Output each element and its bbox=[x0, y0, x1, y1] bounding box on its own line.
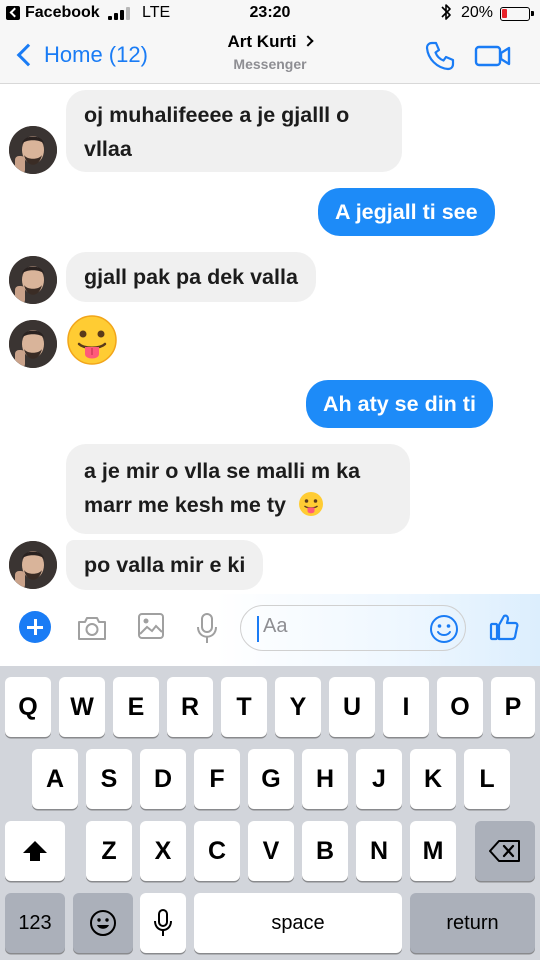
contact-avatar[interactable] bbox=[9, 126, 57, 174]
battery-icon bbox=[500, 7, 534, 21]
key-v[interactable]: V bbox=[248, 821, 294, 881]
dictation-key[interactable] bbox=[140, 893, 186, 953]
incoming-message[interactable]: oj muhalifeeee a je gjalll o vllaa bbox=[66, 90, 402, 172]
chevron-right-icon bbox=[302, 35, 315, 47]
face-with-tongue-icon[interactable] bbox=[66, 314, 118, 366]
key-q[interactable]: Q bbox=[5, 677, 51, 737]
key-c[interactable]: C bbox=[194, 821, 240, 881]
chevron-left-icon bbox=[16, 43, 40, 67]
keyboard: Q W E R T Y U I O P A S D F G H J K L Z … bbox=[0, 666, 540, 960]
camera-icon[interactable] bbox=[76, 614, 108, 647]
message-input[interactable]: Aa bbox=[240, 605, 466, 651]
numbers-key[interactable]: 123 bbox=[5, 893, 65, 953]
incoming-message[interactable]: gjall pak pa dek valla bbox=[66, 252, 316, 302]
key-j[interactable]: J bbox=[356, 749, 402, 809]
backspace-icon bbox=[489, 840, 520, 862]
message-line: a je mir o vlla se malli m ka bbox=[84, 459, 361, 483]
shift-key[interactable] bbox=[5, 821, 65, 881]
key-a[interactable]: A bbox=[32, 749, 78, 809]
home-back-button[interactable]: Home (12) bbox=[14, 38, 148, 72]
key-r[interactable]: R bbox=[167, 677, 213, 737]
text-cursor bbox=[257, 616, 259, 642]
message-line: vllaa bbox=[84, 137, 132, 161]
bluetooth-icon bbox=[440, 2, 452, 27]
key-b[interactable]: B bbox=[302, 821, 348, 881]
video-call-icon[interactable] bbox=[474, 41, 512, 71]
microphone-icon[interactable] bbox=[195, 612, 219, 651]
key-x[interactable]: X bbox=[140, 821, 186, 881]
status-bar: Facebook LTE 23:20 20% bbox=[0, 0, 540, 28]
message-composer: Aa bbox=[0, 594, 540, 666]
outgoing-message[interactable]: Ah aty se din ti bbox=[306, 380, 493, 428]
contact-avatar[interactable] bbox=[9, 256, 57, 304]
conversation-header: Home (12) Art Kurti Messenger bbox=[0, 28, 540, 84]
emoji-key[interactable] bbox=[73, 893, 133, 953]
space-key[interactable]: space bbox=[194, 893, 402, 953]
message-line: oj muhalifeeee a je gjalll o bbox=[84, 103, 350, 127]
key-u[interactable]: U bbox=[329, 677, 375, 737]
battery-percentage: 20% bbox=[461, 4, 494, 21]
key-f[interactable]: F bbox=[194, 749, 240, 809]
key-k[interactable]: K bbox=[410, 749, 456, 809]
key-o[interactable]: O bbox=[437, 677, 483, 737]
incoming-message[interactable]: a je mir o vlla se malli m ka marr me ke… bbox=[66, 444, 410, 534]
key-w[interactable]: W bbox=[59, 677, 105, 737]
microphone-icon bbox=[154, 909, 172, 936]
key-i[interactable]: I bbox=[383, 677, 429, 737]
clock: 23:20 bbox=[249, 4, 291, 21]
face-with-tongue-icon bbox=[298, 492, 323, 516]
key-d[interactable]: D bbox=[140, 749, 186, 809]
message-input-placeholder: Aa bbox=[263, 615, 288, 637]
thumbs-up-icon[interactable] bbox=[488, 611, 520, 643]
smiley-icon[interactable] bbox=[429, 614, 459, 644]
message-line-text: marr me kesh me ty bbox=[84, 493, 286, 517]
message-line: marr me kesh me ty bbox=[84, 488, 392, 522]
outgoing-message[interactable]: A jegjall ti see bbox=[318, 188, 495, 236]
key-y[interactable]: Y bbox=[275, 677, 321, 737]
contact-name: Art Kurti bbox=[227, 32, 297, 51]
back-label: Home (12) bbox=[44, 42, 148, 67]
contact-avatar[interactable] bbox=[9, 541, 57, 589]
backspace-key[interactable] bbox=[475, 821, 535, 881]
key-h[interactable]: H bbox=[302, 749, 348, 809]
key-n[interactable]: N bbox=[356, 821, 402, 881]
key-z[interactable]: Z bbox=[86, 821, 132, 881]
emoji-keyboard-icon bbox=[90, 910, 116, 936]
key-m[interactable]: M bbox=[410, 821, 456, 881]
key-s[interactable]: S bbox=[86, 749, 132, 809]
key-t[interactable]: T bbox=[221, 677, 267, 737]
image-icon[interactable] bbox=[137, 612, 165, 645]
shift-arrow-icon bbox=[23, 841, 47, 861]
contact-name-button[interactable]: Art Kurti bbox=[170, 32, 370, 52]
key-p[interactable]: P bbox=[491, 677, 535, 737]
incoming-message[interactable]: po valla mir e ki bbox=[66, 540, 264, 590]
plus-icon[interactable] bbox=[19, 611, 51, 643]
return-key[interactable]: return bbox=[410, 893, 535, 953]
message-list[interactable]: oj muhalifeeee a je gjalll o vllaa A jeg… bbox=[0, 84, 540, 594]
key-e[interactable]: E bbox=[113, 677, 159, 737]
header-subtitle: Messenger bbox=[233, 56, 307, 72]
key-g[interactable]: G bbox=[248, 749, 294, 809]
contact-avatar[interactable] bbox=[9, 320, 57, 368]
phone-call-icon[interactable] bbox=[424, 40, 456, 72]
key-l[interactable]: L bbox=[464, 749, 510, 809]
